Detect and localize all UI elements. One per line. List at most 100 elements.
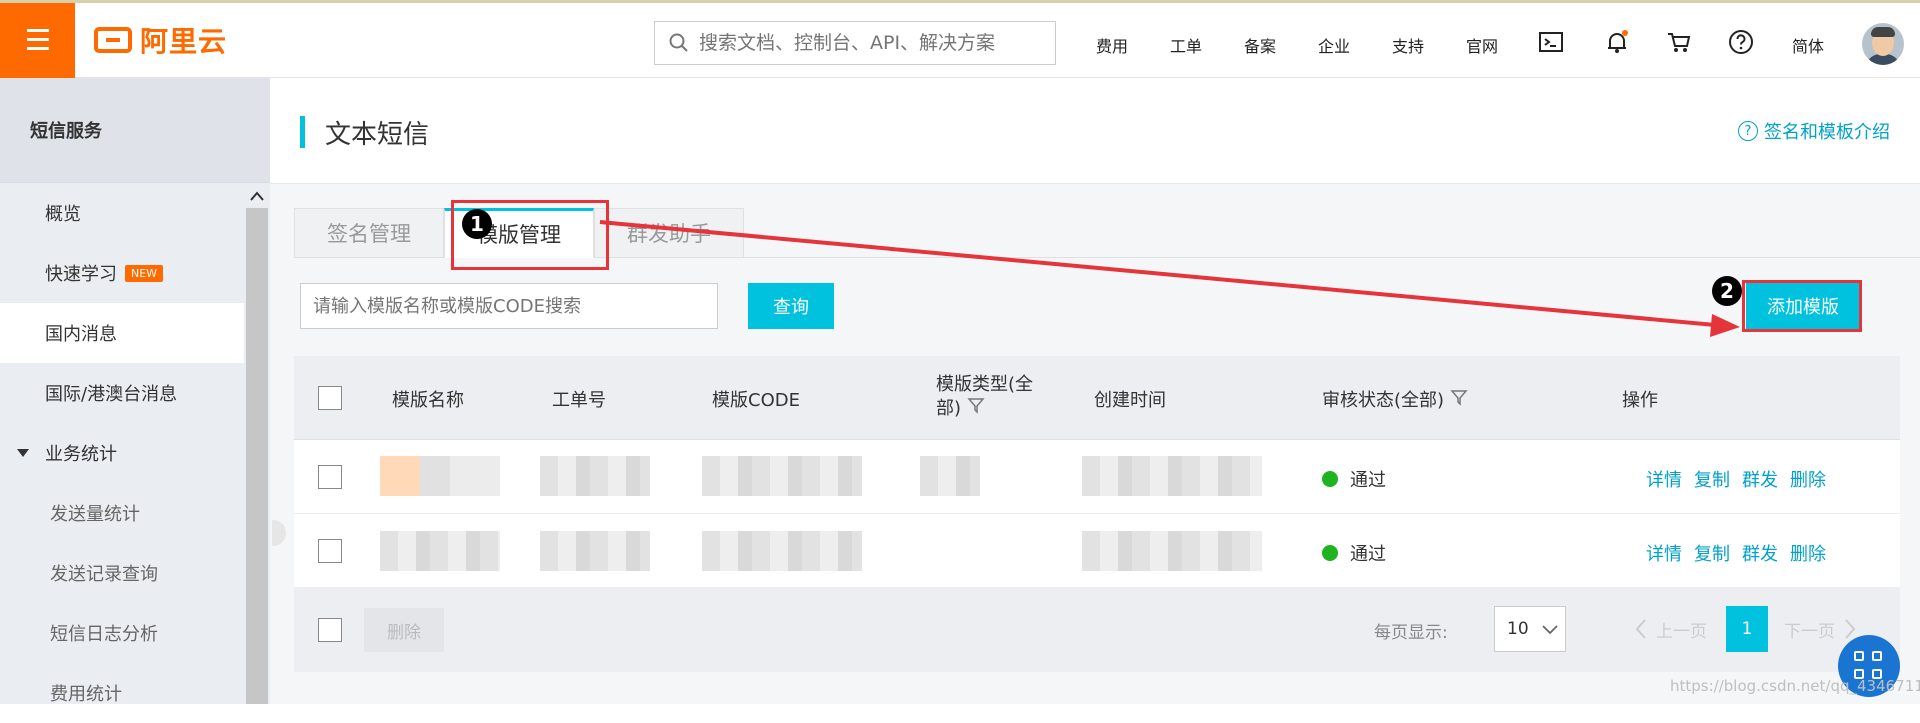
scroll-up-icon[interactable] xyxy=(248,188,266,204)
row-actions: 详情 复制 群发 删除 xyxy=(1646,540,1826,566)
redacted-name xyxy=(380,456,500,496)
sidebar-item-label: 发送记录查询 xyxy=(50,564,158,585)
user-avatar[interactable] xyxy=(1862,23,1904,65)
sidebar-item-label: 业务统计 xyxy=(45,444,117,465)
watermark: https://blog.csdn.net/qq_43467111 xyxy=(1670,677,1920,695)
filter-icon[interactable] xyxy=(967,396,985,414)
nav-ticket[interactable]: 工单 xyxy=(1170,33,1202,57)
detail-link[interactable]: 详情 xyxy=(1646,540,1682,566)
sidebar-item-domestic[interactable]: 国内消息 xyxy=(0,303,244,363)
bulk-send-link[interactable]: 群发 xyxy=(1742,540,1778,566)
sidebar-item-label: 国内消息 xyxy=(45,324,117,345)
col-status[interactable]: 审核状态(全部) xyxy=(1322,386,1468,412)
status-badge: 通过 xyxy=(1322,540,1386,566)
redacted-ticket xyxy=(540,456,650,496)
nav-official-site[interactable]: 官网 xyxy=(1466,33,1498,57)
copy-link[interactable]: 复制 xyxy=(1694,540,1730,566)
sidebar-item-label: 快速学习 xyxy=(45,264,117,285)
redacted-code xyxy=(702,456,862,496)
title-accent-bar xyxy=(300,116,305,148)
nav-billing[interactable]: 费用 xyxy=(1096,33,1128,57)
sidebar-scroll-thumb[interactable] xyxy=(246,208,268,704)
delete-link[interactable]: 删除 xyxy=(1790,540,1826,566)
language-switch[interactable]: 简体 xyxy=(1792,33,1824,57)
signature-template-help-link[interactable]: ? 签名和模板介绍 xyxy=(1738,118,1890,144)
col-type[interactable]: 模版类型(全 部) xyxy=(936,374,1033,420)
sidebar: 短信服务 概览 快速学习 NEW 国内消息 国际/港澳台消息 业务统计 发送量统计… xyxy=(0,78,270,705)
redacted-created xyxy=(1082,456,1262,496)
template-search-input[interactable] xyxy=(300,283,718,329)
chevron-down-icon xyxy=(1542,625,1558,635)
table-row: 通过 详情 复制 群发 删除 xyxy=(294,514,1900,588)
redacted-created xyxy=(1082,531,1262,571)
tab-bulk-send[interactable]: 群发助手 xyxy=(594,208,744,258)
page-number-current[interactable]: 1 xyxy=(1726,606,1768,652)
table-row: 通过 详情 复制 群发 删除 xyxy=(294,440,1900,514)
select-all-checkbox[interactable] xyxy=(318,386,342,410)
sidebar-item-cost-stats[interactable]: 费用统计 xyxy=(0,663,244,723)
cart-icon[interactable] xyxy=(1666,29,1692,55)
status-dot xyxy=(1322,471,1338,487)
col-name: 模版名称 xyxy=(392,390,464,411)
col-status-label: 审核状态(全部) xyxy=(1322,390,1445,411)
redacted-ticket xyxy=(540,531,650,571)
terminal-icon[interactable] xyxy=(1538,29,1564,55)
nav-support[interactable]: 支持 xyxy=(1392,33,1424,57)
nav-filing[interactable]: 备案 xyxy=(1244,33,1276,57)
sidebar-item-statistics[interactable]: 业务统计 xyxy=(0,423,244,483)
search-icon xyxy=(669,33,688,52)
per-page-value: 10 xyxy=(1507,619,1529,639)
col-ticket: 工单号 xyxy=(552,390,606,411)
col-type-line1: 模版类型(全 xyxy=(936,374,1034,395)
tab-signature[interactable]: 签名管理 xyxy=(294,208,444,258)
page-title: 文本短信 xyxy=(325,120,430,150)
detail-link[interactable]: 详情 xyxy=(1646,466,1682,492)
annotation-step-2: 2 xyxy=(1712,276,1742,306)
prev-page-label: 上一页 xyxy=(1656,621,1707,642)
copy-link[interactable]: 复制 xyxy=(1694,466,1730,492)
sidebar-item-overview[interactable]: 概览 xyxy=(0,183,244,243)
filter-icon[interactable] xyxy=(1450,388,1468,406)
new-badge: NEW xyxy=(125,264,164,282)
col-code: 模版CODE xyxy=(712,390,800,411)
sidebar-item-label: 国际/港澳台消息 xyxy=(45,384,178,405)
nav-enterprise[interactable]: 企业 xyxy=(1318,33,1350,57)
col-created: 创建时间 xyxy=(1094,390,1166,411)
annotation-step-1: 1 xyxy=(462,209,492,239)
sidebar-item-label: 费用统计 xyxy=(50,684,122,705)
redacted-code xyxy=(702,531,862,571)
bulk-delete-button[interactable]: 删除 xyxy=(364,608,444,652)
bulk-send-link[interactable]: 群发 xyxy=(1742,466,1778,492)
row-checkbox[interactable] xyxy=(318,539,342,563)
sidebar-item-send-volume[interactable]: 发送量统计 xyxy=(0,483,244,543)
sidebar-item-log-analysis[interactable]: 短信日志分析 xyxy=(0,603,244,663)
sidebar-item-quick-learn[interactable]: 快速学习 NEW xyxy=(0,243,244,303)
status-badge: 通过 xyxy=(1322,466,1386,492)
col-ops: 操作 xyxy=(1622,390,1658,411)
annotation-box-add-button xyxy=(1742,280,1862,332)
redacted-type xyxy=(920,456,980,496)
query-button[interactable]: 查询 xyxy=(748,283,834,329)
global-search[interactable] xyxy=(654,21,1056,65)
sidebar-item-label: 发送量统计 xyxy=(50,504,140,525)
bell-icon[interactable] xyxy=(1604,29,1630,55)
sidebar-item-international[interactable]: 国际/港澳台消息 xyxy=(0,363,244,423)
footer-select-all-checkbox[interactable] xyxy=(318,618,342,642)
redacted-name xyxy=(380,531,500,571)
col-type-line2: 部) xyxy=(936,398,962,419)
sidebar-item-send-records[interactable]: 发送记录查询 xyxy=(0,543,244,603)
global-search-input[interactable] xyxy=(699,32,1039,54)
table-header: 模版名称 工单号 模版CODE 模版类型(全 部) 创建时间 审核状态(全部) … xyxy=(294,356,1900,440)
help-icon[interactable] xyxy=(1728,29,1754,55)
sidebar-item-label: 概览 xyxy=(45,204,81,225)
hamburger-menu-icon[interactable] xyxy=(0,3,75,78)
template-table: 模版名称 工单号 模版CODE 模版类型(全 部) 创建时间 审核状态(全部) … xyxy=(294,356,1900,672)
caret-down-icon xyxy=(17,449,29,457)
sidebar-item-label: 短信日志分析 xyxy=(50,624,158,645)
main-content: 文本短信 ? 签名和模板介绍 签名管理 模版管理 群发助手 查询 添加模版 模版… xyxy=(270,78,1920,704)
prev-page-button[interactable]: 上一页 xyxy=(1634,606,1707,652)
aliyun-logo[interactable]: 阿里云 xyxy=(94,23,227,58)
delete-link[interactable]: 删除 xyxy=(1790,466,1826,492)
row-checkbox[interactable] xyxy=(318,465,342,489)
per-page-select[interactable]: 10 xyxy=(1494,606,1566,652)
